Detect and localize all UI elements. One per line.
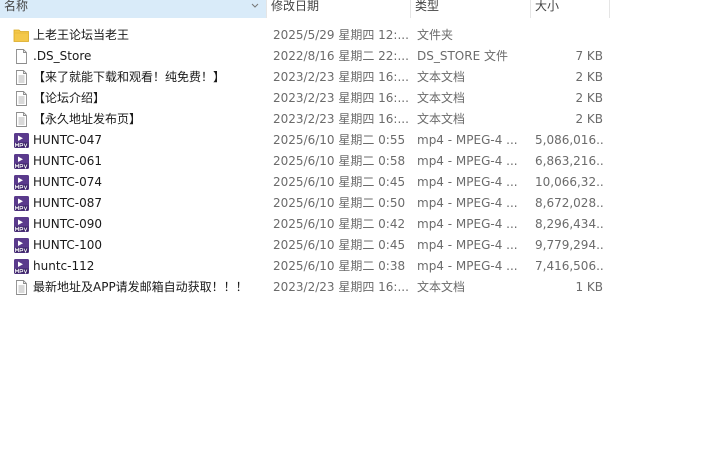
file-row-7[interactable]: HUNTC-061 2025/6/10 星期二 0:58 mp4 - MPEG-…: [0, 151, 610, 172]
file-row-3[interactable]: 【来了就能下载和观看！纯免费！】 2023/2/23 星期四 16:... 文本…: [0, 67, 610, 88]
file-size: 1 KB: [575, 280, 603, 294]
file-row-1[interactable]: 上老王论坛当老王 2025/5/29 星期四 12:... 文件夹: [0, 25, 610, 46]
file-name: HUNTC-087: [33, 196, 103, 210]
mpv-video-icon: [13, 195, 30, 212]
file-type: mp4 - MPEG-4 ...: [417, 196, 518, 210]
file-date: 2025/6/10 星期二 0:42: [273, 217, 406, 231]
text-file-icon: [13, 111, 30, 128]
file-size: 7,416,506...: [535, 259, 603, 273]
file-type: mp4 - MPEG-4 ...: [417, 259, 518, 273]
file-name: 【论坛介绍】: [33, 91, 106, 105]
file-explorer: 名称 修改日期 类型 大小 上老王论坛当老王 2025/5/29 星期四 12:…: [0, 0, 710, 464]
column-header-type[interactable]: 类型: [411, 0, 531, 18]
column-header-type-label: 类型: [415, 0, 440, 13]
folder-icon: [13, 27, 30, 44]
file-size: 10,066,32...: [535, 175, 603, 189]
text-file-icon: [13, 279, 30, 296]
file-type: 文件夹: [417, 28, 454, 42]
column-header-name[interactable]: 名称: [0, 0, 267, 18]
column-header-date[interactable]: 修改日期: [267, 0, 411, 18]
file-name: HUNTC-047: [33, 133, 103, 147]
file-row-12[interactable]: huntc-112 2025/6/10 星期二 0:38 mp4 - MPEG-…: [0, 256, 610, 277]
column-header-size-label: 大小: [535, 0, 560, 13]
file-row-9[interactable]: HUNTC-087 2025/6/10 星期二 0:50 mp4 - MPEG-…: [0, 193, 610, 214]
mpv-video-icon: [13, 216, 30, 233]
file-size: 7 KB: [575, 49, 603, 63]
file-row-10[interactable]: HUNTC-090 2025/6/10 星期二 0:42 mp4 - MPEG-…: [0, 214, 610, 235]
file-row-8[interactable]: HUNTC-074 2025/6/10 星期二 0:45 mp4 - MPEG-…: [0, 172, 610, 193]
file-row-11[interactable]: HUNTC-100 2025/6/10 星期二 0:45 mp4 - MPEG-…: [0, 235, 610, 256]
file-size: 9,779,294...: [535, 238, 603, 252]
file-date: 2025/6/10 星期二 0:50: [273, 196, 406, 210]
file-size: [535, 25, 603, 46]
file-list: 上老王论坛当老王 2025/5/29 星期四 12:... 文件夹 .DS_St…: [0, 25, 610, 298]
file-type: DS_STORE 文件: [417, 49, 508, 63]
file-type: mp4 - MPEG-4 ...: [417, 154, 518, 168]
file-date: 2025/5/29 星期四 12:...: [273, 28, 409, 42]
mpv-video-icon: [13, 174, 30, 191]
file-date: 2023/2/23 星期四 16:...: [273, 112, 409, 126]
file-row-2[interactable]: .DS_Store 2022/8/16 星期二 22:... DS_STORE …: [0, 46, 610, 67]
file-name: 最新地址及APP请发邮箱自动获取！！！: [33, 280, 248, 294]
file-date: 2025/6/10 星期二 0:38: [273, 259, 406, 273]
file-name: HUNTC-100: [33, 238, 103, 252]
file-type: 文本文档: [417, 70, 466, 84]
file-size: 5,086,016...: [535, 133, 603, 147]
file-date: 2025/6/10 星期二 0:55: [273, 133, 406, 147]
file-type: 文本文档: [417, 91, 466, 105]
file-icon: [13, 48, 30, 65]
file-type: 文本文档: [417, 112, 466, 126]
file-size: 2 KB: [575, 91, 603, 105]
column-header-size[interactable]: 大小: [531, 0, 610, 18]
file-name: huntc-112: [33, 259, 95, 273]
file-size: 2 KB: [575, 112, 603, 126]
file-name: 【来了就能下载和观看！纯免费！】: [33, 70, 226, 84]
file-type: mp4 - MPEG-4 ...: [417, 175, 518, 189]
mpv-video-icon: [13, 153, 30, 170]
file-date: 2025/6/10 星期二 0:45: [273, 238, 406, 252]
file-date: 2025/6/10 星期二 0:45: [273, 175, 406, 189]
mpv-video-icon: [13, 132, 30, 149]
file-type: 文本文档: [417, 280, 466, 294]
file-date: 2023/2/23 星期四 16:...: [273, 280, 409, 294]
file-row-6[interactable]: HUNTC-047 2025/6/10 星期二 0:55 mp4 - MPEG-…: [0, 130, 610, 151]
text-file-icon: [13, 69, 30, 86]
file-name: 上老王论坛当老王: [33, 28, 130, 42]
file-date: 2023/2/23 星期四 16:...: [273, 70, 409, 84]
file-name: HUNTC-074: [33, 175, 103, 189]
file-row-13[interactable]: 最新地址及APP请发邮箱自动获取！！！ 2023/2/23 星期四 16:...…: [0, 277, 610, 298]
file-size: 8,296,434...: [535, 217, 603, 231]
file-row-4[interactable]: 【论坛介绍】 2023/2/23 星期四 16:... 文本文档 2 KB: [0, 88, 610, 109]
file-type: mp4 - MPEG-4 ...: [417, 217, 518, 231]
mpv-video-icon: [13, 237, 30, 254]
column-header-name-label: 名称: [4, 0, 29, 13]
file-size: 2 KB: [575, 70, 603, 84]
chevron-down-icon: [250, 1, 260, 11]
file-name: 【永久地址发布页】: [33, 112, 142, 126]
file-type: mp4 - MPEG-4 ...: [417, 238, 518, 252]
file-name: .DS_Store: [33, 49, 92, 63]
file-size: 8,672,028...: [535, 196, 603, 210]
file-size: 6,863,216...: [535, 154, 603, 168]
text-file-icon: [13, 90, 30, 107]
file-date: 2022/8/16 星期二 22:...: [273, 49, 409, 63]
mpv-video-icon: [13, 258, 30, 275]
file-date: 2023/2/23 星期四 16:...: [273, 91, 409, 105]
file-row-5[interactable]: 【永久地址发布页】 2023/2/23 星期四 16:... 文本文档 2 KB: [0, 109, 610, 130]
file-name: HUNTC-090: [33, 217, 103, 231]
file-date: 2025/6/10 星期二 0:58: [273, 154, 406, 168]
file-type: mp4 - MPEG-4 ...: [417, 133, 518, 147]
column-header-bar: 名称 修改日期 类型 大小: [0, 0, 610, 18]
file-name: HUNTC-061: [33, 154, 103, 168]
column-header-date-label: 修改日期: [271, 0, 320, 13]
